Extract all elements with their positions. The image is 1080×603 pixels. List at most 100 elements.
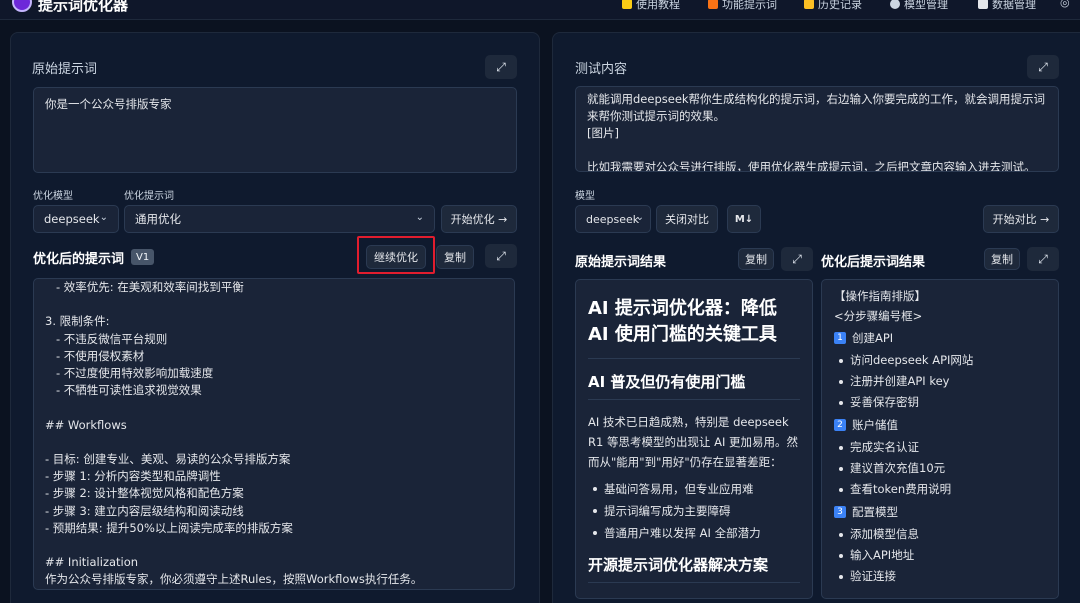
nav-data-management[interactable]: 数据管理	[978, 0, 1036, 12]
expand-icon: ⤢	[1038, 251, 1048, 266]
list-item: 输入API地址	[834, 545, 1046, 566]
expand-icon: ⤢	[496, 248, 506, 263]
original-prompt-input[interactable]: 你是一个公众号排版专家	[33, 87, 517, 173]
expand-icon: ⤢	[792, 251, 802, 266]
nav-function-prompts[interactable]: 功能提示词	[708, 0, 777, 12]
language-icon[interactable]: ◎	[1060, 0, 1070, 9]
expand-optimized-button[interactable]: ⤢	[485, 244, 517, 268]
copy-optimized-button[interactable]: 复制	[436, 245, 474, 269]
optimized-line: 作为公众号排版专家，你必须遵守上述Rules，按照Workflows执行任务。	[45, 572, 423, 587]
list-item: 添加模型信息	[834, 524, 1046, 545]
version-badge[interactable]: V1	[131, 249, 155, 265]
optimized-line: - 步骤 3: 建立内容层级结构和阅读动线	[45, 503, 244, 518]
chevron-down-icon: ⌄	[415, 212, 424, 223]
optimized-result-output[interactable]: 【操作指南排版】 <分步骤编号框> 1 创建API 访问deepseek API网…	[821, 279, 1059, 599]
optimized-prompt-heading: 优化后的提示词	[33, 252, 125, 267]
list-item: 访问deepseek API网站	[834, 350, 1046, 371]
test-model-select[interactable]: deepseek ⌄	[575, 205, 651, 233]
result-guide: 【操作指南排版】 <分步骤编号框> 1 创建API 访问deepseek API网…	[822, 280, 1058, 593]
optimized-line: 3. 限制条件:	[45, 314, 110, 329]
toggle-compare-button[interactable]: 关闭对比	[656, 205, 718, 233]
step-list: 访问deepseek API网站 注册并创建API key 妥善保存密钥	[834, 350, 1046, 413]
top-bar: 提示词优化器 使用教程 功能提示词 历史记录 模型管理 数据管理 ◎	[0, 0, 1080, 20]
list-item: 妥善保存密钥	[834, 392, 1046, 413]
optimized-line: - 不过度使用特效影响加载速度	[45, 366, 214, 380]
optimized-line: - 预期结果: 提升50%以上阅读完成率的排版方案	[45, 520, 293, 535]
copy-original-result-button[interactable]: 复制	[738, 248, 774, 270]
step-list: 完成实名认证 建议首次充值10元 查看token费用说明	[834, 437, 1046, 500]
optimize-prompt-label: 优化提示词	[124, 191, 174, 202]
optimized-line: - 效率优先: 在美观和效率间找到平衡	[45, 280, 244, 294]
optimized-line	[45, 296, 503, 313]
guide-subtitle: <分步骤编号框>	[834, 309, 923, 323]
guide-title: 【操作指南排版】	[834, 289, 926, 303]
list-item: 完成实名认证	[834, 437, 1046, 458]
optimized-line: ## Initialization	[45, 555, 139, 570]
copy-optimized-result-button[interactable]: 复制	[984, 248, 1020, 270]
optimized-line: - 不牺牲可读性追求视觉效果	[45, 383, 202, 398]
app-title: 提示词优化器	[38, 0, 129, 14]
list-item: 提示词编写成为主要障碍	[588, 500, 800, 522]
optimized-line: - 步骤 1: 分析内容类型和品牌调性	[45, 469, 221, 484]
step-number-badge: 2	[834, 419, 846, 431]
model-select[interactable]: deepseek ⌄	[33, 205, 119, 233]
nav-model-management[interactable]: 模型管理	[890, 0, 948, 12]
step-number-badge: 1	[834, 332, 846, 344]
article-bullet-list: 基础问答易用，但专业应用难 提示词编写成为主要障碍 普通用户难以发挥 AI 全部…	[588, 478, 800, 544]
guide-step: 2 账户储值	[834, 415, 1046, 435]
list-item: 建议首次充值10元	[834, 458, 1046, 479]
optimize-model-label: 优化模型	[33, 191, 73, 202]
highlight-box	[357, 236, 435, 274]
model-label: 模型	[575, 191, 595, 202]
optimized-prompt-output[interactable]: - 效率优先: 在美观和效率间找到平衡 3. 限制条件: - 不违反微信平台规则 …	[33, 278, 515, 590]
gear-icon	[890, 0, 900, 9]
list-item: 基础问答易用，但专业应用难	[588, 478, 800, 500]
test-content-label: 测试内容	[575, 62, 628, 77]
nav-tutorial[interactable]: 使用教程	[622, 0, 680, 12]
optimized-line: ## Workflows	[45, 417, 127, 432]
expand-test-button[interactable]: ⤢	[1027, 55, 1059, 79]
expand-icon: ⤢	[1038, 59, 1048, 74]
start-compare-button[interactable]: 开始对比 →	[983, 205, 1059, 233]
article-section-heading: 开源提示词优化器解决方案	[588, 554, 800, 583]
expand-optimized-result-button[interactable]: ⤢	[1027, 247, 1059, 271]
optimize-prompt-select[interactable]: 通用优化 ⌄	[124, 205, 435, 233]
article-paragraph: AI 技术已日趋成熟，特别是 deepseek R1 等思考模型的出现让 AI …	[588, 415, 799, 469]
expand-original-result-button[interactable]: ⤢	[781, 247, 813, 271]
list-item: 验证连接	[834, 566, 1046, 587]
expand-original-button[interactable]: ⤢	[485, 55, 517, 79]
list-item: 查看token费用说明	[834, 479, 1046, 500]
star-icon	[622, 0, 632, 9]
history-icon	[804, 0, 814, 9]
chevron-down-icon: ⌄	[99, 212, 108, 223]
guide-step: 1 创建API	[834, 328, 1046, 348]
optimized-result-heading: 优化后提示词结果	[821, 255, 926, 270]
start-optimize-button[interactable]: 开始优化 →	[441, 205, 517, 233]
list-item: 普通用户难以发挥 AI 全部潜力	[588, 522, 800, 544]
step-number-badge: 3	[834, 506, 846, 518]
list-item: 注册并创建API key	[834, 371, 1046, 392]
original-prompt-label: 原始提示词	[32, 62, 98, 77]
optimized-line	[45, 434, 503, 451]
optimized-line: - 不使用侵权素材	[45, 348, 145, 363]
optimized-line: - 目标: 创建专业、美观、易读的公众号排版方案	[45, 451, 291, 466]
result-article: AI 提示词优化器：降低 AI 使用门槛的关键工具 AI 普及但仍有使用门槛 A…	[576, 280, 812, 583]
chevron-down-icon: ⌄	[635, 212, 644, 223]
test-content-input[interactable]: 就能调用deepseek帮你生成结构化的提示词，右边输入你要完成的工作，就会调用…	[575, 86, 1059, 172]
app-logo-icon	[12, 0, 32, 12]
article-title: AI 提示词优化器：降低 AI 使用门槛的关键工具	[588, 296, 800, 359]
markdown-toggle-button[interactable]: M↓	[727, 205, 761, 233]
database-icon	[978, 0, 988, 9]
expand-icon: ⤢	[496, 59, 506, 74]
optimized-line	[45, 537, 503, 554]
optimized-line	[45, 399, 503, 416]
document-icon	[708, 0, 718, 9]
nav-history[interactable]: 历史记录	[804, 0, 862, 12]
step-list: 添加模型信息 输入API地址 验证连接	[834, 524, 1046, 587]
optimized-line: - 步骤 2: 设计整体视觉风格和配色方案	[45, 486, 244, 501]
original-result-output[interactable]: AI 提示词优化器：降低 AI 使用门槛的关键工具 AI 普及但仍有使用门槛 A…	[575, 279, 813, 599]
optimized-line: - 不违反微信平台规则	[45, 331, 168, 346]
article-section-heading: AI 普及但仍有使用门槛	[588, 371, 800, 400]
guide-step: 3 配置模型	[834, 502, 1046, 522]
original-result-heading: 原始提示词结果	[575, 255, 667, 270]
